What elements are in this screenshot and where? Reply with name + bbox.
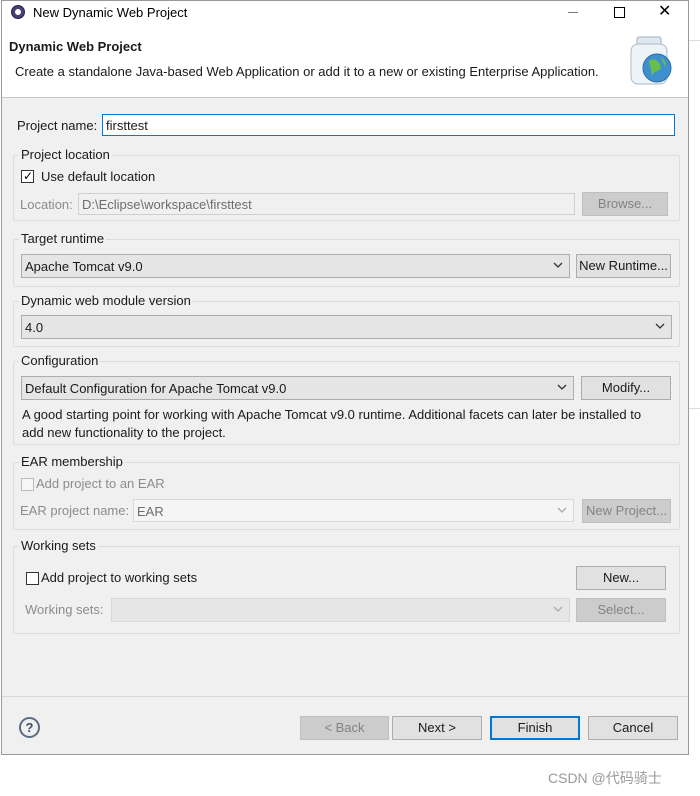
close-button[interactable]: ✕ [642,1,688,25]
add-to-ear-checkbox[interactable] [21,478,34,491]
working-sets-title: Working sets [19,538,98,553]
target-runtime-select[interactable]: Apache Tomcat v9.0 [21,254,570,278]
window-title: New Dynamic Web Project [33,5,188,20]
location-field[interactable]: D:\Eclipse\workspace\firsttest [78,193,575,215]
chevron-down-icon [556,504,568,516]
ear-project-select[interactable]: EAR [133,499,574,522]
new-working-set-button[interactable]: New... [576,566,666,590]
module-version-select[interactable]: 4.0 [21,315,672,339]
watermark: CSDN @代码骑士 [548,770,662,786]
checkmark-icon: ✓ [23,169,34,183]
background-line [689,40,700,41]
finish-button[interactable]: Finish [490,716,580,740]
cancel-button[interactable]: Cancel [588,716,678,740]
next-button[interactable]: Next > [392,716,482,740]
background-line [689,408,700,409]
configuration-description: A good starting point for working with A… [22,407,642,422]
new-runtime-button[interactable]: New Runtime... [576,254,671,278]
title-bar[interactable]: New Dynamic Web Project ✕ [2,1,688,25]
browse-button[interactable]: Browse... [582,192,668,216]
use-default-location-label: Use default location [41,169,156,184]
module-version-title: Dynamic web module version [19,293,193,308]
jar-globe-icon [627,35,675,89]
add-to-working-sets-label: Add project to working sets [41,570,198,585]
help-icon[interactable]: ? [19,717,40,738]
target-runtime-title: Target runtime [19,231,107,246]
page-description: Create a standalone Java-based Web Appli… [15,64,599,79]
chevron-down-icon [552,259,564,271]
working-sets-label: Working sets: [25,602,104,617]
configuration-description-cont: add new functionality to the project. [22,425,226,440]
target-runtime-value: Apache Tomcat v9.0 [25,259,143,274]
page-title: Dynamic Web Project [9,39,142,54]
ear-membership-title: EAR membership [19,454,125,469]
new-ear-project-button[interactable]: New Project... [582,499,671,523]
add-to-ear-label: Add project to an EAR [36,476,165,491]
ear-project-value: EAR [137,504,164,519]
chevron-down-icon [552,603,564,615]
chevron-down-icon [556,381,568,393]
location-label: Location: [20,197,73,212]
configuration-value: Default Configuration for Apache Tomcat … [25,381,287,396]
select-working-sets-button[interactable]: Select... [576,598,666,622]
wizard-header: Dynamic Web Project Create a standalone … [2,25,688,98]
configuration-title: Configuration [19,353,101,368]
footer-divider [2,696,688,697]
maximize-button[interactable] [596,1,642,25]
project-name-label: Project name: [17,118,98,133]
back-button[interactable]: < Back [300,716,389,740]
use-default-location-checkbox[interactable]: ✓ [21,169,34,183]
chevron-down-icon [654,320,666,332]
ear-project-name-label: EAR project name: [20,503,130,518]
eclipse-icon [11,5,25,19]
configuration-select[interactable]: Default Configuration for Apache Tomcat … [21,376,574,400]
minimize-button[interactable] [550,1,596,25]
project-location-title: Project location [19,147,112,162]
minimize-icon [568,12,578,13]
working-sets-select[interactable] [111,598,570,622]
project-name-field[interactable]: firsttest [102,114,675,136]
modify-button[interactable]: Modify... [581,376,671,400]
wizard-window: New Dynamic Web Project ✕ Dynamic Web Pr… [1,0,689,755]
maximize-icon [614,7,625,18]
close-icon: ✕ [658,3,672,20]
module-version-value: 4.0 [25,320,44,335]
add-to-working-sets-checkbox[interactable] [26,572,39,585]
